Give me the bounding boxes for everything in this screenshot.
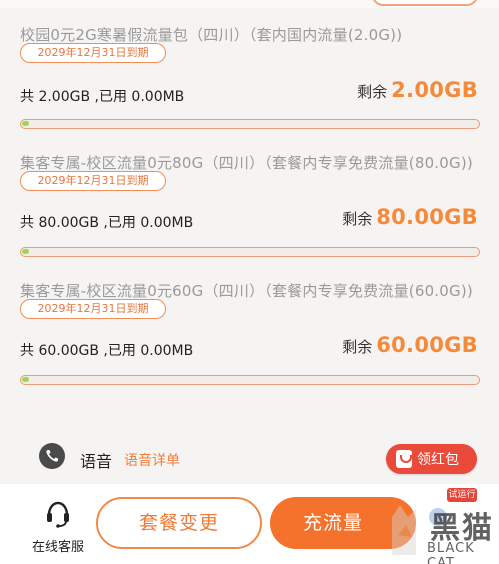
remaining-amount: 剩余 2.00GB: [357, 78, 478, 102]
plan-title: 校园0元2G寒暑假流量包（四川）（套内国内流量(2.0G)): [20, 26, 403, 44]
remaining-label: 剩余: [342, 210, 373, 228]
plan-card: 集客专属-校区流量0元80G（四川）（套餐内专享免费流量(80.0G)) 202…: [0, 128, 499, 266]
remaining-label: 剩余: [342, 338, 373, 356]
red-packet-label: 领红包: [417, 452, 459, 468]
usage-progress-fill: [22, 249, 29, 254]
expiry-badge: 2029年12月31日到期: [20, 171, 166, 191]
expiry-badge: 2029年12月31日到期: [20, 299, 166, 319]
plan-title: 集客专属-校区流量0元60G（四川）（套餐内专享免费流量(60.0G)): [20, 282, 473, 300]
expiry-badge: 2029年12月31日到期: [20, 43, 166, 63]
plan-change-button[interactable]: 套餐变更: [96, 497, 262, 549]
usage-progress-bar: [20, 375, 480, 385]
customer-service-label[interactable]: 在线客服: [32, 536, 84, 555]
voice-detail-link[interactable]: 语音详单: [124, 450, 180, 470]
remaining-label: 剩余: [357, 83, 388, 101]
remaining-value: 80.00GB: [376, 205, 478, 229]
headset-icon[interactable]: [44, 499, 72, 529]
plan-card: 校园0元2G寒暑假流量包（四川）（套内国内流量(2.0G)) 2029年12月3…: [0, 0, 499, 138]
usage-progress-fill: [22, 121, 29, 126]
headset-glyph: [47, 501, 69, 528]
plan-card: 集客专属-校区流量0元60G（四川）（套餐内专享免费流量(60.0G)) 202…: [0, 256, 499, 394]
remaining-amount: 剩余 80.00GB: [342, 205, 478, 229]
phone-glyph: [46, 450, 58, 462]
usage-text: 共 80.00GB ,已用 0.00MB: [20, 215, 194, 231]
red-packet-icon: [396, 450, 412, 468]
usage-text: 共 60.00GB ,已用 0.00MB: [20, 343, 194, 359]
watermark-en-text: BLACK CAT: [427, 541, 475, 564]
remaining-amount: 剩余 60.00GB: [342, 333, 478, 357]
usage-text: 共 2.00GB ,已用 0.00MB: [20, 89, 185, 105]
remaining-value: 2.00GB: [391, 78, 478, 102]
remaining-value: 60.00GB: [376, 333, 478, 357]
phone-icon: [39, 443, 65, 469]
red-packet-button[interactable]: 领红包: [386, 444, 477, 474]
plan-title: 集客专属-校区流量0元80G（四川）（套餐内专享免费流量(80.0G)): [20, 154, 473, 172]
voice-label: 语音: [80, 452, 113, 471]
usage-progress-fill: [22, 377, 29, 382]
